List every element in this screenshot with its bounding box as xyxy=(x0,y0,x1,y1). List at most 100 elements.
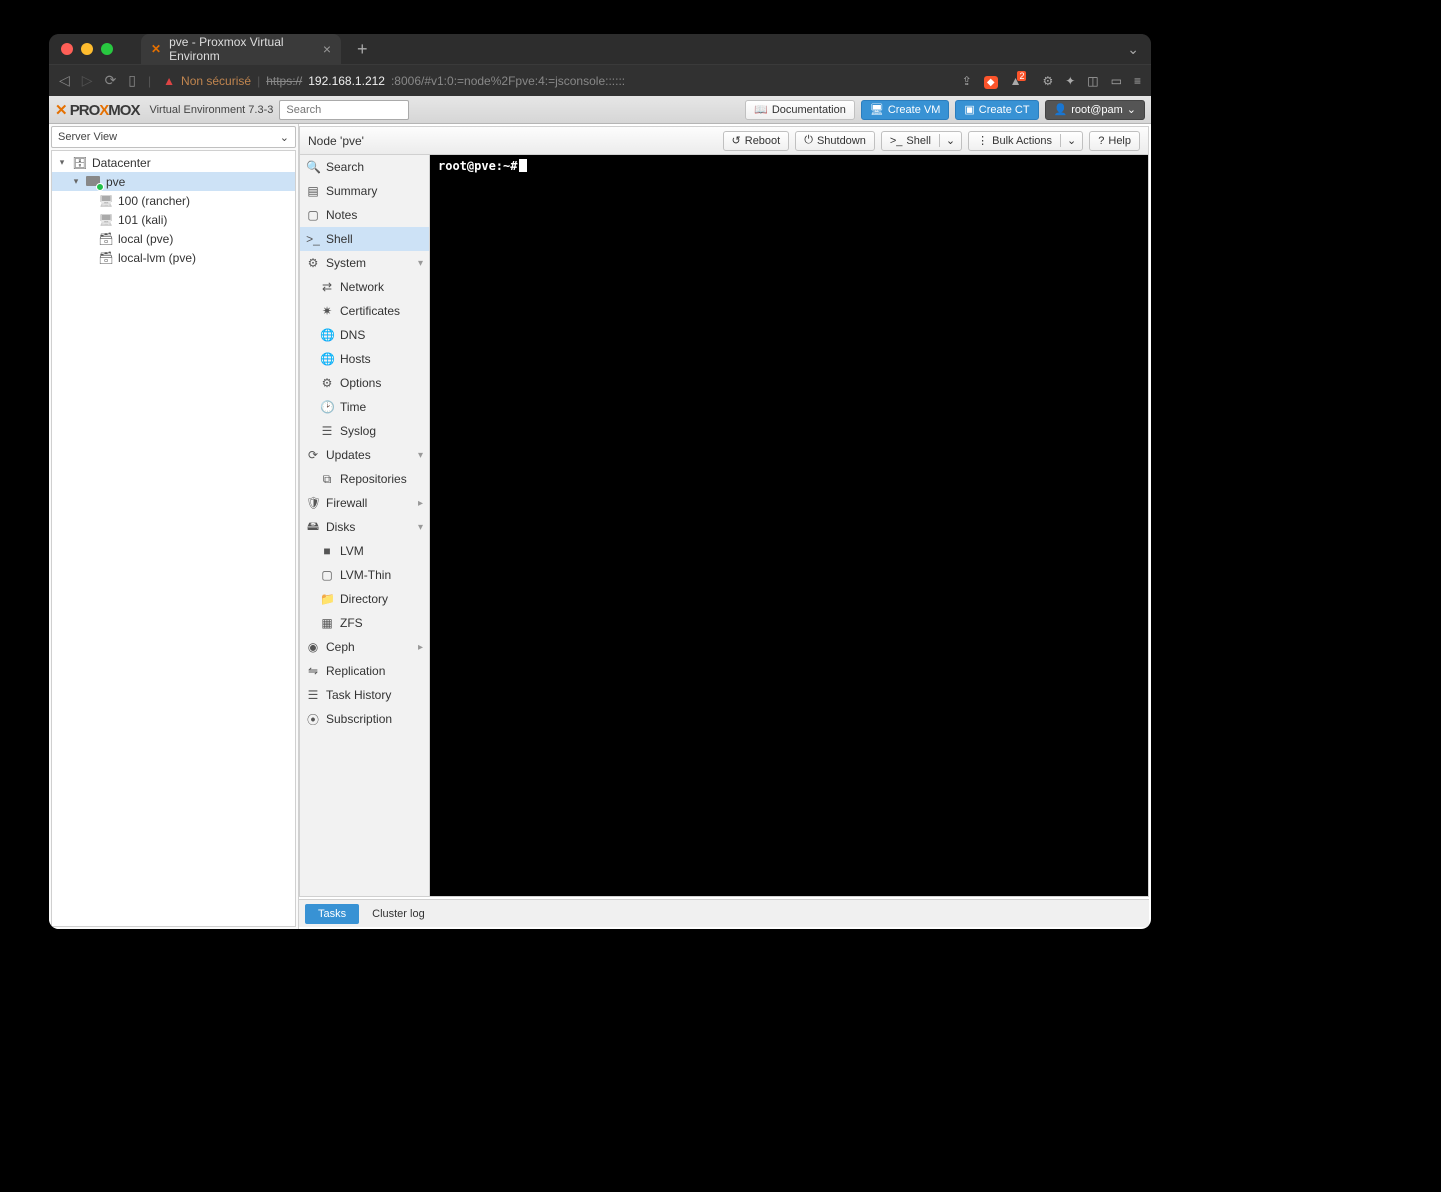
undo-icon: ↺ xyxy=(732,134,741,147)
globe-icon: 🌐 xyxy=(320,352,334,366)
proxmox-logo[interactable]: ✕ PROXMOX xyxy=(55,101,139,119)
tree-vm-101[interactable]: 🖥 101 (kali) xyxy=(52,210,295,229)
share-icon[interactable]: ⇪ xyxy=(962,74,972,88)
square-icon: ■ xyxy=(320,544,334,558)
menu-summary[interactable]: ▤Summary xyxy=(300,179,429,203)
menu-system[interactable]: ⚙System▾ xyxy=(300,251,429,275)
new-tab-button[interactable]: + xyxy=(357,39,368,60)
bulk-actions-button[interactable]: ⋮Bulk Actions⌄ xyxy=(968,131,1083,151)
toolbar-right: ⇪ ◆ ▲2 ⚙ ✦ ◫ ▭ ≡ xyxy=(962,74,1141,88)
view-label: Server View xyxy=(58,131,117,143)
network-icon: ⇄ xyxy=(320,280,334,294)
bottom-bar: Tasks Cluster log xyxy=(299,899,1149,927)
brave-shield-icon[interactable]: ◆ xyxy=(984,74,998,88)
url-display[interactable]: ▲ Non sécurisé | https://192.168.1.212:8… xyxy=(163,74,950,88)
menu-subscription[interactable]: ⦿Subscription xyxy=(300,707,429,731)
resource-tree: ▾ 🗄 Datacenter ▾ pve 🖥 100 (rancher) xyxy=(51,150,296,927)
chevron-down-icon[interactable]: ⌄ xyxy=(1060,134,1082,147)
terminal-icon: >_ xyxy=(890,135,903,147)
account-icon[interactable]: ▭ xyxy=(1111,74,1122,88)
tab-tasks[interactable]: Tasks xyxy=(305,904,359,924)
menu-updates[interactable]: ⟳Updates▾ xyxy=(300,443,429,467)
menu-time[interactable]: 🕑Time xyxy=(300,395,429,419)
search-icon: 🔍 xyxy=(306,160,320,174)
shutdown-button[interactable]: ⏻Shutdown xyxy=(795,131,875,151)
menu-replication[interactable]: ⇋Replication xyxy=(300,659,429,683)
tabs-dropdown-icon[interactable]: ⌄ xyxy=(1127,41,1139,58)
documentation-button[interactable]: 📖Documentation xyxy=(745,100,855,120)
menu-directory[interactable]: 📁Directory xyxy=(300,587,429,611)
storage-icon: 🗃 xyxy=(98,251,114,265)
browser-tab[interactable]: ✕ pve - Proxmox Virtual Environm × xyxy=(141,34,341,64)
global-search-input[interactable] xyxy=(279,100,409,120)
logo-x-icon: ✕ xyxy=(55,102,67,119)
brave-rewards-icon[interactable]: ▲2 xyxy=(1010,74,1031,88)
menu-certificates[interactable]: ✷Certificates xyxy=(300,299,429,323)
reload-button[interactable]: ⟳ xyxy=(105,72,117,89)
view-selector[interactable]: Server View ⌄ xyxy=(51,126,296,148)
tree-datacenter[interactable]: ▾ 🗄 Datacenter xyxy=(52,153,295,172)
menu-lvm[interactable]: ■LVM xyxy=(300,539,429,563)
menu-options[interactable]: ⚙Options xyxy=(300,371,429,395)
chevron-down-icon: ▾ xyxy=(418,258,423,269)
url-path: :8006/#v1:0:=node%2Fpve:4:=jsconsole::::… xyxy=(391,74,625,88)
menu-shell[interactable]: >_Shell xyxy=(300,227,429,251)
create-vm-button[interactable]: 🖥Create VM xyxy=(861,100,950,120)
book-icon: 📖 xyxy=(754,103,768,116)
create-ct-button[interactable]: ▣Create CT xyxy=(955,100,1038,120)
node-toolbar: Node 'pve' ↺Reboot ⏻Shutdown >_Shell⌄ ⋮B… xyxy=(300,127,1148,155)
shell-prompt: root@pve:~# xyxy=(438,159,517,173)
menu-notes[interactable]: ▢Notes xyxy=(300,203,429,227)
url-host: 192.168.1.212 xyxy=(308,74,385,88)
extensions-icon[interactable]: ✦ xyxy=(1065,74,1075,88)
reboot-button[interactable]: ↺Reboot xyxy=(723,131,790,151)
menu-syslog[interactable]: ☰Syslog xyxy=(300,419,429,443)
menu-disks[interactable]: 🖴Disks▾ xyxy=(300,515,429,539)
env-label: Virtual Environment 7.3-3 xyxy=(149,104,273,116)
close-window-icon[interactable] xyxy=(61,43,73,55)
tree-storage-local[interactable]: 🗃 local (pve) xyxy=(52,229,295,248)
tab-cluster-log[interactable]: Cluster log xyxy=(359,904,438,924)
node-title: Node 'pve' xyxy=(308,134,364,148)
user-menu-button[interactable]: 👤root@pam ⌄ xyxy=(1045,100,1145,120)
menu-zfs[interactable]: ▦ZFS xyxy=(300,611,429,635)
menu-lvmthin[interactable]: ▢LVM-Thin xyxy=(300,563,429,587)
traffic-lights xyxy=(61,43,113,55)
sidebar-icon[interactable]: ◫ xyxy=(1087,74,1098,88)
content-row: 🔍Search ▤Summary ▢Notes >_Shell ⚙System▾… xyxy=(300,155,1148,896)
menu-dns[interactable]: 🌐DNS xyxy=(300,323,429,347)
minimize-window-icon[interactable] xyxy=(81,43,93,55)
menu-icon[interactable]: ≡ xyxy=(1134,74,1141,88)
tree-storage-locallvm[interactable]: 🗃 local-lvm (pve) xyxy=(52,248,295,267)
more-icon: ⋮ xyxy=(977,134,988,147)
expand-icon[interactable]: ▾ xyxy=(56,157,68,168)
menu-network[interactable]: ⇄Network xyxy=(300,275,429,299)
maximize-window-icon[interactable] xyxy=(101,43,113,55)
tree-vm-100[interactable]: 🖥 100 (rancher) xyxy=(52,191,295,210)
menu-firewall[interactable]: 🛡Firewall▸ xyxy=(300,491,429,515)
chevron-down-icon: ⌄ xyxy=(280,131,289,144)
folder-icon: 📁 xyxy=(320,592,334,606)
forward-button[interactable]: ▷ xyxy=(82,72,93,89)
bookmark-icon[interactable]: ▯ xyxy=(128,72,136,89)
menu-search[interactable]: 🔍Search xyxy=(300,155,429,179)
tree-node-pve[interactable]: ▾ pve xyxy=(52,172,295,191)
help-button[interactable]: ?Help xyxy=(1089,131,1140,151)
chevron-down-icon: ▾ xyxy=(418,450,423,461)
chevron-down-icon[interactable]: ⌄ xyxy=(939,134,961,147)
ceph-icon: ◉ xyxy=(306,640,320,654)
menu-task-history[interactable]: ☰Task History xyxy=(300,683,429,707)
square-outline-icon: ▢ xyxy=(320,568,334,582)
back-button[interactable]: ◁ xyxy=(59,72,70,89)
expand-icon[interactable]: ▾ xyxy=(70,176,82,187)
menu-repositories[interactable]: ⧉Repositories xyxy=(300,467,429,491)
tab-close-icon[interactable]: × xyxy=(323,41,331,57)
devtools-icon[interactable]: ⚙ xyxy=(1042,74,1053,88)
menu-ceph[interactable]: ◉Ceph▸ xyxy=(300,635,429,659)
list-icon: ☰ xyxy=(306,688,320,702)
menu-hosts[interactable]: 🌐Hosts xyxy=(300,347,429,371)
content-frame: Node 'pve' ↺Reboot ⏻Shutdown >_Shell⌄ ⋮B… xyxy=(299,126,1149,897)
shell-console[interactable]: root@pve:~# xyxy=(430,155,1148,896)
refresh-icon: ⟳ xyxy=(306,448,320,462)
shell-split-button[interactable]: >_Shell⌄ xyxy=(881,131,962,151)
